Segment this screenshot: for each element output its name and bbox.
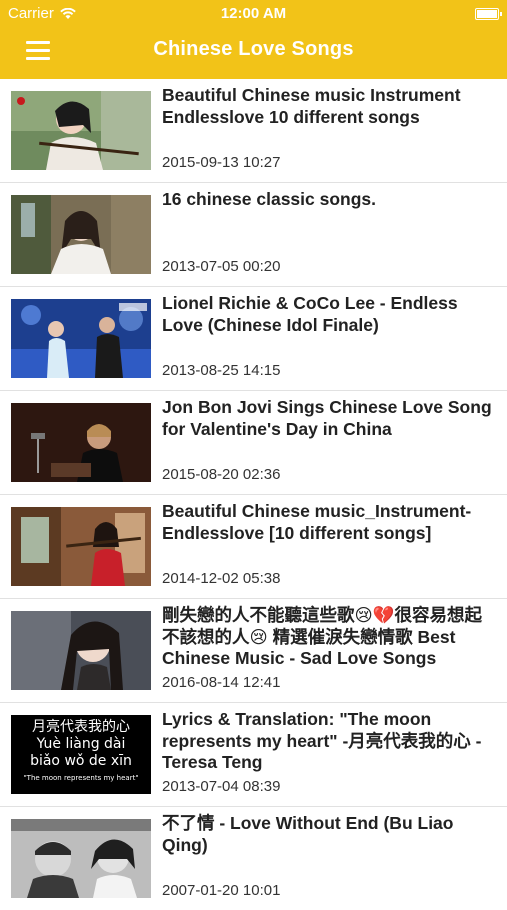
- video-list: Beautiful Chinese music Instrument Endle…: [0, 79, 507, 910]
- video-row[interactable]: 16 chinese classic songs. 2013-07-05 00:…: [0, 183, 507, 287]
- video-row[interactable]: Lionel Richie & CoCo Lee - Endless Love …: [0, 287, 507, 391]
- status-right: [475, 7, 502, 24]
- video-title: 剛失戀的人不能聽這些歌😢💔很容易想起不該想的人😢 精選催淚失戀情歌 Best C…: [162, 605, 483, 668]
- video-title: Beautiful Chinese music Instrument Endle…: [162, 85, 461, 127]
- video-row[interactable]: Jon Bon Jovi Sings Chinese Love Song for…: [0, 391, 507, 495]
- video-date: 2007-01-20 10:01: [162, 882, 281, 899]
- video-thumbnail: [11, 299, 151, 378]
- status-bar: Carrier 12:00 AM: [0, 0, 507, 28]
- thumb-caption: "The moon represents my heart": [23, 774, 139, 782]
- video-title: 16 chinese classic songs.: [162, 189, 377, 209]
- video-date: 2015-09-13 10:27: [162, 154, 281, 171]
- video-thumbnail: [11, 403, 151, 482]
- video-date: 2013-07-05 00:20: [162, 258, 281, 275]
- video-date: 2013-08-25 14:15: [162, 362, 281, 379]
- video-title: 不了情 - Love Without End (Bu Liao Qing): [162, 813, 454, 855]
- thumb-caption: Yuè liàng dài: [36, 736, 126, 752]
- video-row[interactable]: 不了情 - Love Without End (Bu Liao Qing) 20…: [0, 807, 507, 910]
- video-date: 2015-08-20 02:36: [162, 466, 281, 483]
- video-title: Beautiful Chinese music_Instrument-Endle…: [162, 501, 472, 543]
- video-title: Jon Bon Jovi Sings Chinese Love Song for…: [162, 397, 492, 439]
- app-header: Carrier 12:00 AM Chinese Love Songs: [0, 0, 507, 79]
- video-thumbnail: [11, 819, 151, 898]
- video-thumbnail: [11, 91, 151, 170]
- video-date: 2014-12-02 05:38: [162, 570, 281, 587]
- battery-icon: [475, 8, 502, 20]
- status-time: 12:00 AM: [220, 5, 287, 22]
- thumb-caption: biǎo wǒ de xīn: [30, 753, 132, 769]
- video-row[interactable]: 剛失戀的人不能聽這些歌😢💔很容易想起不該想的人😢 精選催淚失戀情歌 Best C…: [0, 599, 507, 703]
- video-row[interactable]: Beautiful Chinese music_Instrument-Endle…: [0, 495, 507, 599]
- video-title: Lionel Richie & CoCo Lee - Endless Love …: [162, 293, 458, 335]
- video-thumbnail: [11, 507, 151, 586]
- video-thumbnail: 月亮代表我的心 Yuè liàng dài biǎo wǒ de xīn "Th…: [11, 715, 151, 794]
- video-row[interactable]: Beautiful Chinese music Instrument Endle…: [0, 79, 507, 183]
- nav-bar: Chinese Love Songs: [0, 28, 507, 79]
- video-date: 2013-07-04 08:39: [162, 778, 281, 795]
- thumb-caption: 月亮代表我的心: [32, 719, 130, 735]
- video-title: Lyrics & Translation: "The moon represen…: [162, 709, 482, 772]
- video-row[interactable]: 月亮代表我的心 Yuè liàng dài biǎo wǒ de xīn "Th…: [0, 703, 507, 807]
- page-title: Chinese Love Songs: [153, 38, 354, 60]
- video-thumbnail: [11, 195, 151, 274]
- video-thumbnail: [11, 611, 151, 690]
- video-date: 2016-08-14 12:41: [162, 674, 281, 691]
